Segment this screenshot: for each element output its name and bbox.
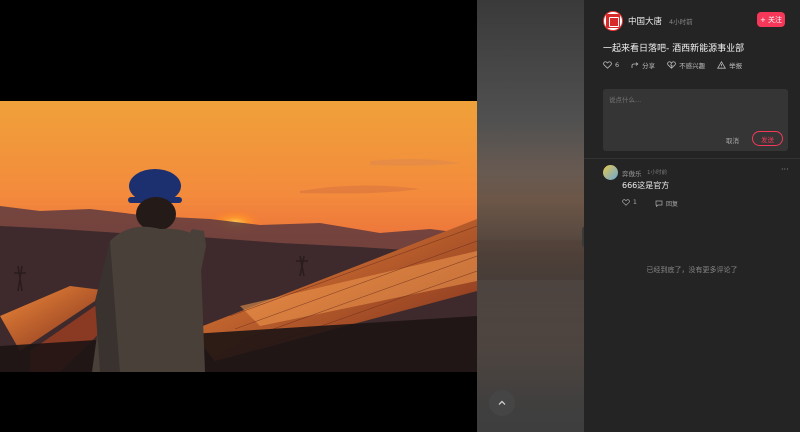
comment-time: 1小时前: [647, 170, 667, 176]
broken-heart-icon: [667, 61, 676, 69]
send-button[interactable]: 发送: [752, 131, 783, 146]
sunset-solar-panels-image: [0, 101, 477, 372]
share-label: 分享: [642, 62, 656, 70]
end-of-comments-note: 已经到底了，没有更多评论了: [646, 266, 738, 274]
warning-icon: [717, 61, 727, 69]
report-button[interactable]: 举报: [717, 60, 742, 70]
post-title: 一起来看日落吧- 酒西新能源事业部: [603, 44, 745, 54]
datang-logo-icon: [606, 14, 620, 28]
media-viewer: [0, 0, 477, 432]
share-button[interactable]: 分享: [631, 60, 655, 70]
heart-icon: [603, 61, 612, 69]
author-name[interactable]: 中国大唐: [628, 15, 662, 27]
follow-button[interactable]: + 关注: [757, 12, 785, 27]
post-time: 4小时前: [669, 18, 693, 26]
comment-like-count: 1: [633, 199, 637, 206]
blur-layer: [477, 240, 584, 410]
comment-like-button[interactable]: 1: [622, 199, 637, 206]
report-label: 举报: [729, 62, 743, 70]
cancel-button[interactable]: 取消: [726, 135, 739, 145]
comment-composer: 取消 发送: [603, 89, 788, 151]
post-actions: 6 分享 不感兴趣 举报: [603, 60, 754, 70]
not-interested-button[interactable]: 不感兴趣: [667, 60, 705, 70]
commenter-avatar[interactable]: [603, 165, 618, 180]
author-avatar[interactable]: [603, 11, 623, 31]
scroll-up-button[interactable]: [489, 390, 515, 416]
commenter-name[interactable]: 弈傲乐: [622, 168, 642, 178]
author-info: 中国大唐 4小时前: [603, 11, 693, 31]
heart-icon: [622, 199, 630, 206]
divider: [584, 158, 800, 159]
like-button[interactable]: 6: [603, 61, 619, 69]
post-photo: [0, 101, 477, 372]
comment-input[interactable]: [609, 93, 779, 107]
reply-button[interactable]: 回复: [655, 199, 678, 208]
share-icon: [631, 62, 639, 68]
like-count: 6: [615, 61, 620, 69]
reply-label: 回复: [666, 201, 679, 208]
comment-panel: 中国大唐 4小时前 + 关注 一起来看日落吧- 酒西新能源事业部 6 分享 不感…: [584, 0, 800, 432]
more-options-icon[interactable]: ···: [781, 165, 789, 174]
blurred-background-strip: [477, 0, 584, 432]
comment-text: 666这是官方: [622, 181, 670, 190]
not-interested-label: 不感兴趣: [679, 62, 706, 70]
comment-bubble-icon: [655, 200, 663, 207]
chevron-up-icon: [498, 400, 506, 405]
